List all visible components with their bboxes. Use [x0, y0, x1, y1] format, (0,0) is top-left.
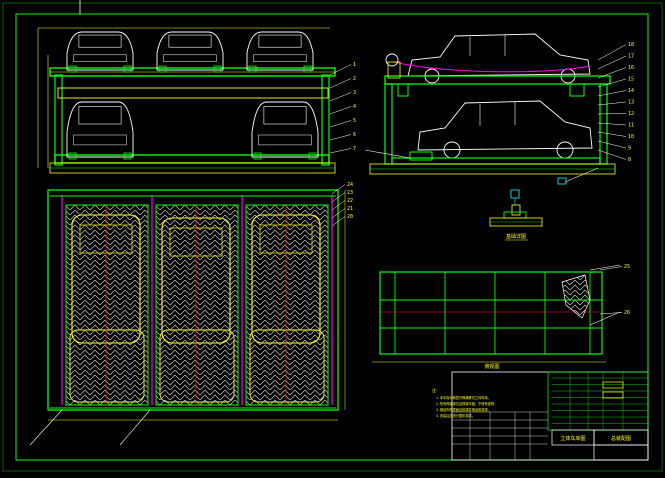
- front-leader-1: [329, 64, 352, 76]
- front-callout-5: 5: [353, 118, 356, 124]
- side-leader-12: [597, 113, 627, 115]
- front-leader-7: [329, 148, 352, 154]
- side-callout-17: 17: [628, 54, 634, 60]
- side-callout-18: 18: [628, 42, 634, 48]
- side-callout-8: 8: [628, 157, 631, 163]
- side-callout-9: 9: [628, 146, 631, 152]
- plan-callout-22: 22: [347, 198, 353, 204]
- front-callout-6: 6: [353, 132, 356, 138]
- frame-callout-25: 25: [624, 264, 630, 270]
- side-callout-13: 13: [628, 100, 634, 106]
- side-callout-16: 16: [628, 65, 634, 71]
- front-callout-2: 2: [353, 76, 356, 82]
- side-leader-15: [597, 78, 627, 88]
- side-callout-11: 11: [628, 123, 634, 129]
- frame-leader-25: [599, 266, 623, 271]
- notes-block: 注： 1.本车库为两层升降横移式立体车库。 2.所有焊接部位应焊接牢固，不得有虚…: [432, 387, 497, 418]
- plan-callout-23: 23: [347, 190, 353, 196]
- lower-car-1: [66, 101, 134, 160]
- note-line-1: 1.本车库为两层升降横移式立体车库。: [436, 395, 491, 400]
- upper-car-3: [246, 31, 314, 73]
- side-leader-16: [597, 67, 627, 79]
- cad-drawing: 1234567 18171615141312111098 基础详图 242322…: [2, 0, 663, 472]
- frame-plan-view: 25 26: [372, 264, 630, 363]
- side-callout-15: 15: [628, 77, 634, 83]
- side-leader-14: [597, 90, 627, 97]
- title-block-drawing-title: 立体车库图: [560, 435, 585, 442]
- front-leader-2: [329, 78, 352, 89]
- front-callout-3: 3: [353, 90, 356, 96]
- front-elevation: 1 2 3 4 5 6 7: [37, 27, 356, 174]
- note-line-4: 4.安装后应进行整机调试。: [436, 413, 475, 418]
- front-leader-4: [329, 106, 352, 115]
- plan-callout-20: 20: [347, 214, 353, 220]
- plan-view: 24 23 22 21 20: [29, 182, 353, 446]
- side-leader-13: [597, 101, 627, 106]
- frame-callout-26: 26: [624, 310, 630, 316]
- side-leader-11: [597, 122, 627, 126]
- front-leader-6: [329, 134, 352, 141]
- side-callout-14: 14: [628, 88, 634, 94]
- notes-title: 注：: [432, 387, 440, 393]
- front-callout-1: 1: [353, 62, 356, 68]
- side-callout-10: 10: [628, 134, 634, 140]
- front-callout-7: 7: [353, 146, 356, 152]
- lower-car-2: [251, 101, 319, 160]
- cad-viewport[interactable]: 1234567 18 17 16 15 14 13 12 11 10 9 8 基…: [0, 0, 665, 474]
- front-leader-5: [329, 120, 352, 128]
- title-block-drawing-no: 总装配图: [611, 435, 631, 442]
- foundation-detail: [489, 189, 543, 241]
- side-elevation: 18 17 16 15 14 13 12 11 10 9 8: [364, 33, 634, 185]
- upper-car-1: [66, 31, 134, 73]
- note-line-2: 2.所有焊接部位应焊接牢固，不得有虚焊。: [436, 401, 497, 406]
- upper-car-2: [156, 31, 224, 73]
- plan-callout-21: 21: [347, 206, 353, 212]
- front-leader-3: [329, 92, 352, 102]
- title-block: [451, 371, 649, 461]
- side-leader-9: [597, 140, 627, 149]
- plan-view-label: 俯视图: [484, 363, 499, 370]
- side-callout-12: 12: [628, 111, 634, 117]
- side-leader-8: [597, 149, 627, 160]
- front-callout-4: 4: [353, 104, 356, 110]
- note-line-3: 3.钢结构件表面应除锈并喷涂防锈漆。: [436, 407, 491, 412]
- detail-label: 基础详图: [506, 233, 526, 240]
- plan-callout-24: 24: [347, 182, 353, 188]
- side-leader-10: [597, 131, 627, 137]
- frame-leader-26: [599, 312, 623, 315]
